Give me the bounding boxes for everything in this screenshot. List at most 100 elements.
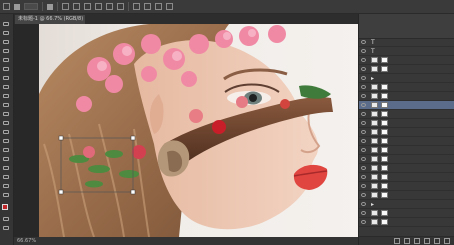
zoom-level[interactable]: 66.67% [17,238,36,244]
folder-icon[interactable]: ▸ [371,75,374,82]
shape-tool[interactable] [3,175,11,180]
distribute-icon[interactable] [155,3,162,10]
eye-icon[interactable] [361,220,366,224]
quick-mask-tool[interactable] [3,217,11,222]
eye-icon[interactable] [361,40,366,44]
layer-row[interactable] [359,155,454,164]
new-group-icon[interactable] [424,238,430,244]
layer-row[interactable] [359,191,454,200]
portrait-artwork [39,24,333,237]
transform-controls-checkbox[interactable] [47,3,53,10]
eye-icon[interactable] [361,157,366,161]
align-left-icon[interactable] [62,3,69,10]
move-tool-icon[interactable] [3,3,10,10]
lasso-tool[interactable] [3,40,11,45]
document-tab[interactable]: 未标题-1 @ 66.7% (RGB/8) [15,15,85,24]
screen-mode-tool[interactable] [3,226,11,231]
eye-icon[interactable] [361,103,366,107]
eye-icon[interactable] [361,49,366,53]
eye-icon[interactable] [361,67,366,71]
eye-icon[interactable] [361,94,366,98]
layer-mask-thumbnail [381,138,388,144]
align-bottom-icon[interactable] [117,3,124,10]
align-center-icon[interactable] [73,3,80,10]
layer-row[interactable] [359,146,454,155]
align-middle-icon[interactable] [106,3,113,10]
add-style-icon[interactable] [404,238,410,244]
auto-select-dropdown[interactable] [24,3,38,10]
layer-row[interactable]: T [359,38,454,47]
eye-icon[interactable] [361,211,366,215]
layer-row[interactable]: T [359,47,454,56]
crop-tool[interactable] [3,58,11,63]
eye-icon[interactable] [361,139,366,143]
trash-icon[interactable] [444,238,450,244]
hand-tool[interactable] [3,184,11,189]
add-mask-icon[interactable] [414,238,420,244]
layer-mask-thumbnail [381,174,388,180]
dodge-tool[interactable] [3,139,11,144]
eye-icon[interactable] [361,58,366,62]
layer-row[interactable] [359,56,454,65]
foreground-color-swatch[interactable] [2,204,8,210]
path-select-tool[interactable] [3,166,11,171]
eye-icon[interactable] [361,184,366,188]
layer-row[interactable] [359,128,454,137]
quick-select-tool[interactable] [3,49,11,54]
link-layers-icon[interactable] [394,238,400,244]
new-layer-icon[interactable] [434,238,440,244]
layer-row[interactable] [359,182,454,191]
layer-mask-thumbnail [381,219,388,225]
zoom-tool[interactable] [3,193,11,198]
distribute-icon[interactable] [133,3,140,10]
layer-row[interactable] [359,65,454,74]
healing-tool[interactable] [3,76,11,81]
eraser-tool[interactable] [3,112,11,117]
eye-icon[interactable] [361,85,366,89]
layer-row[interactable]: ▸ [359,200,454,209]
layer-thumbnail [371,210,378,216]
layer-row[interactable] [359,209,454,218]
clone-stamp-tool[interactable] [3,94,11,99]
distribute-icon[interactable] [166,3,173,10]
move-tool[interactable] [3,22,11,27]
canvas-area[interactable] [14,24,358,237]
align-right-icon[interactable] [84,3,91,10]
separator [128,2,129,11]
layer-mask-thumbnail [381,57,388,63]
eye-icon[interactable] [361,148,366,152]
layer-row[interactable] [359,173,454,182]
pen-tool[interactable] [3,148,11,153]
layer-row[interactable] [359,110,454,119]
layer-thumbnail [371,165,378,171]
blur-tool[interactable] [3,130,11,135]
eye-icon[interactable] [361,76,366,80]
layer-row[interactable] [359,83,454,92]
type-tool[interactable] [3,157,11,162]
eye-icon[interactable] [361,193,366,197]
brush-tool[interactable] [3,85,11,90]
gradient-tool[interactable] [3,121,11,126]
history-brush-tool[interactable] [3,103,11,108]
layer-row[interactable] [359,164,454,173]
layer-row[interactable] [359,101,454,110]
eye-icon[interactable] [361,112,366,116]
layer-row[interactable] [359,92,454,101]
eye-icon[interactable] [361,166,366,170]
distribute-icon[interactable] [144,3,151,10]
layer-mask-thumbnail [381,93,388,99]
layer-row[interactable] [359,137,454,146]
eye-icon[interactable] [361,175,366,179]
layer-row[interactable]: ▸ [359,74,454,83]
marquee-tool[interactable] [3,31,11,36]
eye-icon[interactable] [361,121,366,125]
align-top-icon[interactable] [95,3,102,10]
layer-mask-thumbnail [381,165,388,171]
layer-row[interactable] [359,218,454,227]
folder-icon[interactable]: ▸ [371,201,374,208]
eyedropper-tool[interactable] [3,67,11,72]
eye-icon[interactable] [361,202,366,206]
eye-icon[interactable] [361,130,366,134]
auto-select-checkbox[interactable] [14,3,20,10]
layer-row[interactable] [359,119,454,128]
